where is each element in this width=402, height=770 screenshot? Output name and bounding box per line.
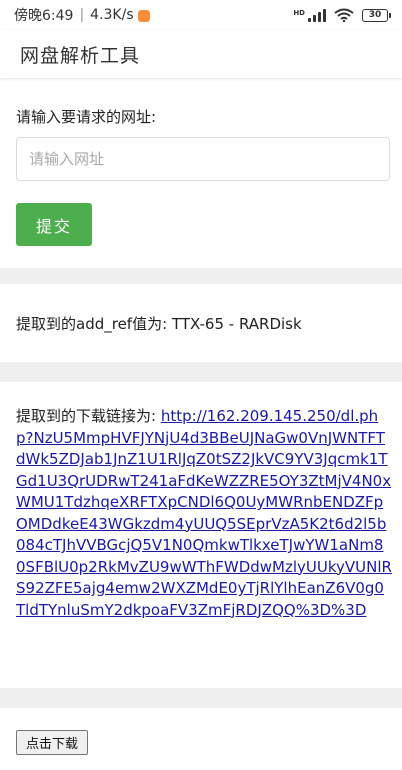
cell-signal-icon: HD [293,8,326,22]
app-notification-icon [137,10,150,22]
download-link[interactable]: http://162.209.145.250/dl.php?NzU5MmpHVF… [16,407,392,619]
network-type-label: HD [293,9,305,17]
submit-button[interactable]: 提交 [16,203,92,246]
addref-label: 提取到的add_ref值为: [16,315,168,333]
page-title: 网盘解析工具 [20,44,141,67]
download-link-result: 提取到的下载链接为: http://162.209.145.250/dl.php… [16,406,392,621]
battery-icon: 30 [362,8,391,22]
section-divider [0,688,402,708]
addref-value: TTX-65 - RARDisk [171,315,302,333]
status-separator: | [79,7,85,23]
app-header: 网盘解析工具 [0,30,402,78]
wifi-icon [334,8,354,22]
section-divider [0,362,402,382]
addref-result: 提取到的add_ref值为: TTX-65 - RARDisk [16,313,302,334]
download-button[interactable]: 点击下载 [16,730,88,755]
url-input[interactable] [16,137,390,181]
status-time: 傍晚6:49 [14,8,74,24]
download-link-label: 提取到的下载链接为: [16,407,157,425]
status-right: HD 30 [293,8,391,22]
status-speed: 4.3K/s [90,7,134,23]
url-input-label: 请输入要请求的网址: [16,108,157,126]
section-divider [0,268,402,284]
status-left: 傍晚6:49 | 4.3K/s [14,5,150,25]
status-bar: 傍晚6:49 | 4.3K/s HD 30 [0,0,402,30]
battery-level: 30 [368,10,382,20]
